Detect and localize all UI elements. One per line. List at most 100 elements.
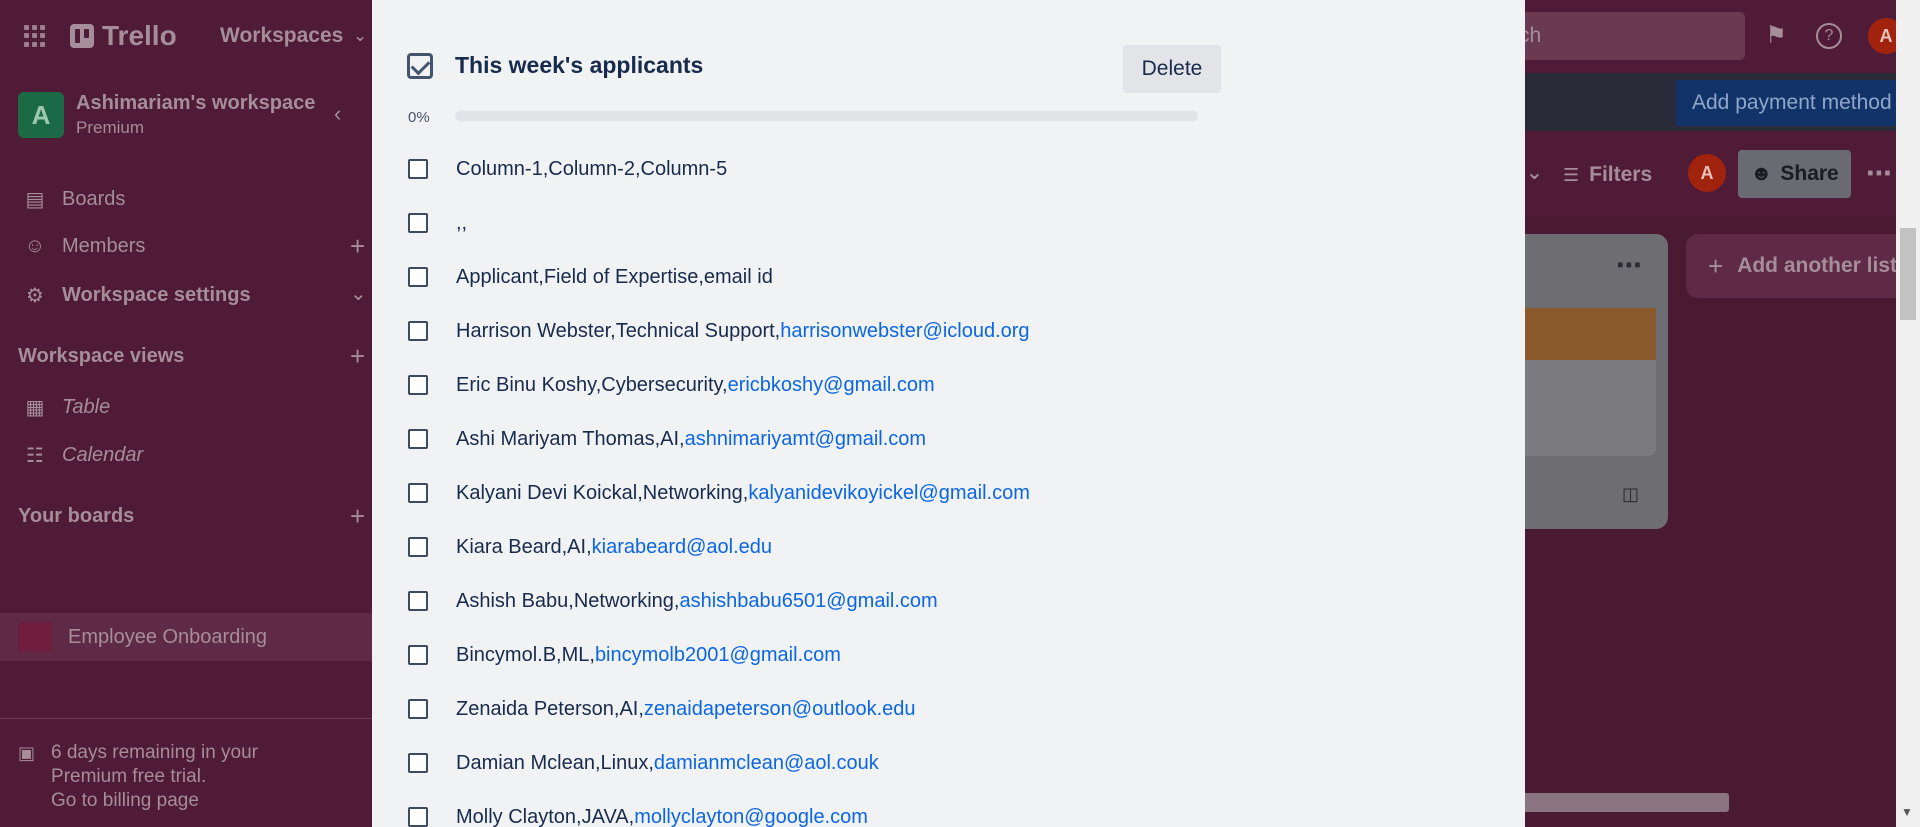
email-link[interactable]: bincymolb2001@gmail.com — [595, 644, 841, 666]
grid-icon[interactable] — [24, 25, 46, 47]
checklist-item[interactable]: Zenaida Peterson,AI,zenaidapeterson@outl… — [408, 682, 1408, 736]
checklist-item-text[interactable]: Zenaida Peterson,AI,zenaidapeterson@outl… — [456, 698, 916, 721]
email-link[interactable]: mollyclayton@google.com — [634, 806, 868, 827]
delete-checklist-button[interactable]: Delete — [1123, 45, 1221, 93]
chevron-down-icon[interactable]: ⌄ — [350, 281, 367, 306]
plus-icon: + — [1708, 250, 1724, 281]
card[interactable] — [1525, 360, 1656, 456]
checklist-item-checkbox[interactable] — [408, 213, 428, 233]
checklist-item-label: Molly Clayton,JAVA, — [456, 805, 635, 827]
trello-logo[interactable]: Trello — [70, 20, 177, 52]
checklist-item[interactable]: Eric Binu Koshy,Cybersecurity,ericbkoshy… — [408, 358, 1408, 412]
checklist-item[interactable]: Harrison Webster,Technical Support,harri… — [408, 304, 1408, 358]
checklist-item-text[interactable]: Ashi Mariyam Thomas,AI,ashnimariyamt@gma… — [456, 428, 926, 451]
add-payment-method-button[interactable]: Add payment method — [1676, 80, 1920, 126]
workspace-header[interactable]: A Ashimariam's workspace Premium — [18, 92, 315, 138]
checklist-item-checkbox[interactable] — [408, 537, 428, 557]
collapse-sidebar-icon[interactable]: ‹ — [334, 101, 341, 127]
checklist-item[interactable]: ,, — [408, 196, 1408, 250]
checklist-item[interactable]: Molly Clayton,JAVA,mollyclayton@google.c… — [408, 790, 1408, 827]
checklist-item-checkbox[interactable] — [408, 807, 428, 827]
sidebar-item-table[interactable]: ▦ Table — [24, 395, 111, 420]
workspaces-menu[interactable]: Workspaces ⌄ — [220, 24, 367, 48]
add-member-icon[interactable]: + — [350, 231, 365, 262]
checklist-item-label: Ashi Mariyam Thomas,AI, — [456, 427, 685, 450]
checklist-item-checkbox[interactable] — [408, 699, 428, 719]
filters-label: Filters — [1589, 163, 1653, 186]
checklist-item-text[interactable]: Kalyani Devi Koickal,Networking,kalyanid… — [456, 482, 1030, 505]
checklist-item-checkbox[interactable] — [408, 483, 428, 503]
add-another-list-button[interactable]: + Add another list — [1686, 234, 1920, 298]
checklist-item-checkbox[interactable] — [408, 645, 428, 665]
your-boards-heading: Your boards — [18, 505, 135, 527]
sidebar-item-label: Workspace settings — [62, 284, 251, 306]
add-view-icon[interactable]: + — [350, 341, 365, 372]
checklist-item-checkbox[interactable] — [408, 159, 428, 179]
vertical-scrollbar-track[interactable] — [1896, 0, 1920, 827]
email-link[interactable]: ashishbabu6501@gmail.com — [679, 590, 937, 612]
email-link[interactable]: harrisonwebster@icloud.org — [780, 320, 1029, 342]
email-link[interactable]: kalyanidevikoyickel@gmail.com — [748, 482, 1030, 504]
checklist-items: Column-1,Column-2,Column-5,, Applicant,Fi… — [408, 142, 1408, 827]
checklist-item-label: Damian Mclean,Linux, — [456, 751, 654, 774]
search-input[interactable]: rch — [1500, 12, 1745, 60]
email-link[interactable]: ericbkoshy@gmail.com — [728, 374, 935, 396]
email-link[interactable]: ashnimariyamt@gmail.com — [685, 428, 926, 450]
scroll-down-arrow-icon[interactable]: ▼ — [1901, 805, 1913, 819]
sidebar-item-boards[interactable]: ▤ Boards — [24, 187, 126, 212]
checklist-header: This week's applicants — [407, 52, 703, 79]
checklist-item-text[interactable]: Damian Mclean,Linux,damianmclean@aol.cou… — [456, 752, 879, 775]
horizontal-scrollbar[interactable] — [1525, 793, 1729, 812]
checklist-item-label: ,, — [456, 211, 468, 234]
sidebar-board-employee-onboarding[interactable]: Employee Onboarding — [0, 613, 372, 661]
checklist-item-label: Column-1,Column-2,Column-5 — [456, 157, 728, 180]
checklist-item-checkbox[interactable] — [408, 591, 428, 611]
checklist-item-text[interactable]: Harrison Webster,Technical Support,harri… — [456, 320, 1030, 343]
sidebar-item-members[interactable]: ☺ Members — [24, 235, 146, 258]
share-button[interactable]: ☻ Share — [1738, 150, 1851, 198]
checklist-item[interactable]: Applicant,Field of Expertise,email id — [408, 250, 1408, 304]
email-link[interactable]: zenaidapeterson@outlook.edu — [644, 698, 916, 720]
add-board-icon[interactable]: + — [350, 501, 365, 532]
trial-text-line1: 6 days remaining in your — [51, 742, 259, 763]
add-list-label: Add another list — [1737, 254, 1898, 277]
email-link[interactable]: damianmclean@aol.couk — [654, 752, 879, 774]
checklist-item-checkbox[interactable] — [408, 753, 428, 773]
checklist-item-checkbox[interactable] — [408, 267, 428, 287]
help-icon[interactable]: ? — [1816, 23, 1842, 49]
checklist-item-text[interactable]: Ashish Babu,Networking,ashishbabu6501@gm… — [456, 590, 938, 613]
sidebar-item-workspace-settings[interactable]: ⚙ Workspace settings — [24, 283, 251, 308]
filter-icon: ☰ — [1563, 164, 1580, 185]
checklist-item-text[interactable]: Bincymol.B,ML,bincymolb2001@gmail.com — [456, 644, 841, 667]
billing-link[interactable]: Go to billing page — [51, 789, 258, 813]
email-link[interactable]: kiarabeard@aol.edu — [592, 536, 772, 558]
checklist-item[interactable]: Damian Mclean,Linux,damianmclean@aol.cou… — [408, 736, 1408, 790]
checklist-item-checkbox[interactable] — [408, 321, 428, 341]
checklist-item[interactable]: Ashi Mariyam Thomas,AI,ashnimariyamt@gma… — [408, 412, 1408, 466]
checklist-item-label: Kalyani Devi Koickal,Networking, — [456, 481, 749, 504]
gear-icon: ⚙ — [26, 285, 44, 307]
checklist-item[interactable]: Column-1,Column-2,Column-5 — [408, 142, 1408, 196]
vertical-scrollbar-thumb[interactable] — [1900, 228, 1916, 320]
sidebar-item-calendar[interactable]: ☷ Calendar — [24, 443, 143, 468]
megaphone-icon[interactable]: ⚑ — [1762, 22, 1790, 50]
checklist-title[interactable]: This week's applicants — [455, 52, 703, 79]
filters-button[interactable]: ☰ Filters — [1563, 163, 1652, 187]
checklist-item[interactable]: Kiara Beard,AI,kiarabeard@aol.edu — [408, 520, 1408, 574]
board-member-avatar[interactable]: A — [1688, 154, 1726, 192]
checklist-item-checkbox[interactable] — [408, 375, 428, 395]
checklist-item-checkbox[interactable] — [408, 429, 428, 449]
card-cover[interactable] — [1525, 308, 1656, 360]
checklist-item[interactable]: Kalyani Devi Koickal,Networking,kalyanid… — [408, 466, 1408, 520]
checklist-item[interactable]: Ashish Babu,Networking,ashishbabu6501@gm… — [408, 574, 1408, 628]
chevron-down-icon[interactable]: ⌄ — [1526, 160, 1544, 185]
checklist-item-text[interactable]: Applicant,Field of Expertise,email id — [456, 266, 773, 289]
more-options-icon[interactable]: ⋯ — [1866, 158, 1893, 189]
checklist-item-text[interactable]: Kiara Beard,AI,kiarabeard@aol.edu — [456, 536, 772, 559]
checklist-item-text[interactable]: ,, — [456, 212, 467, 235]
checklist-item-text[interactable]: Column-1,Column-2,Column-5 — [456, 158, 727, 181]
checklist-item-text[interactable]: Eric Binu Koshy,Cybersecurity,ericbkoshy… — [456, 374, 935, 397]
checklist-item[interactable]: Bincymol.B,ML,bincymolb2001@gmail.com — [408, 628, 1408, 682]
checklist-item-text[interactable]: Molly Clayton,JAVA,mollyclayton@google.c… — [456, 806, 868, 827]
list-menu-icon[interactable]: ⋯ — [1616, 250, 1643, 281]
